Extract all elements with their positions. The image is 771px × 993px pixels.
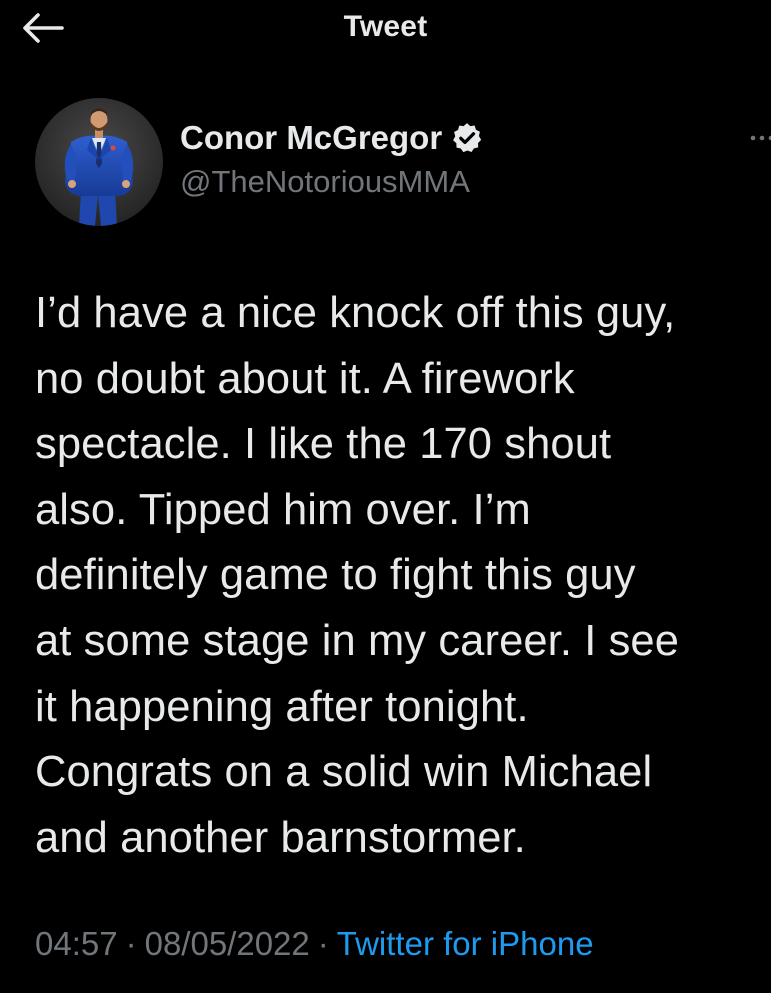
tweet-text: I’d have a nice knock off this guy, no do… bbox=[35, 281, 771, 871]
tweet-line: definitely game to fight this guy bbox=[35, 551, 636, 600]
tweet-line: also. Tipped him over. I’m bbox=[35, 485, 531, 534]
display-name-row: Conor McGregor bbox=[180, 118, 484, 158]
page-title: Tweet bbox=[343, 10, 428, 43]
tweet-line: Congrats on a solid win Michael bbox=[35, 748, 653, 797]
user-handle[interactable]: @TheNotoriousMMA bbox=[180, 164, 470, 200]
tweet-date[interactable]: 08/05/2022 bbox=[145, 925, 310, 962]
tweet-line: spectacle. I like the 170 shout bbox=[35, 420, 612, 469]
more-options-button[interactable] bbox=[747, 128, 771, 148]
tweet-line: and another barnstormer. bbox=[35, 813, 526, 862]
tweet-line: I’d have a nice knock off this guy, bbox=[35, 289, 676, 337]
avatar[interactable] bbox=[35, 98, 163, 226]
tweet-source-link[interactable]: Twitter for iPhone bbox=[337, 925, 594, 962]
tweet-metadata: 04:57 · 08/05/2022 · Twitter for iPhone bbox=[35, 922, 594, 966]
tweet-line: at some stage in my career. I see bbox=[35, 616, 680, 665]
separator-dot: · bbox=[317, 925, 329, 962]
more-options-icon bbox=[750, 135, 771, 141]
profile-photo bbox=[35, 98, 163, 226]
tweet-time[interactable]: 04:57 bbox=[35, 925, 118, 962]
tweet-line: no doubt about it. A firework bbox=[35, 354, 575, 403]
separator-dot: · bbox=[125, 925, 137, 962]
verified-badge-icon bbox=[453, 123, 482, 153]
tweet-author: Conor McGregor @TheNotoriousMMA bbox=[35, 98, 771, 228]
top-bar: Tweet bbox=[0, 0, 771, 60]
tweet-line: it happening after tonight. bbox=[35, 682, 529, 731]
display-name[interactable]: Conor McGregor bbox=[180, 119, 442, 157]
